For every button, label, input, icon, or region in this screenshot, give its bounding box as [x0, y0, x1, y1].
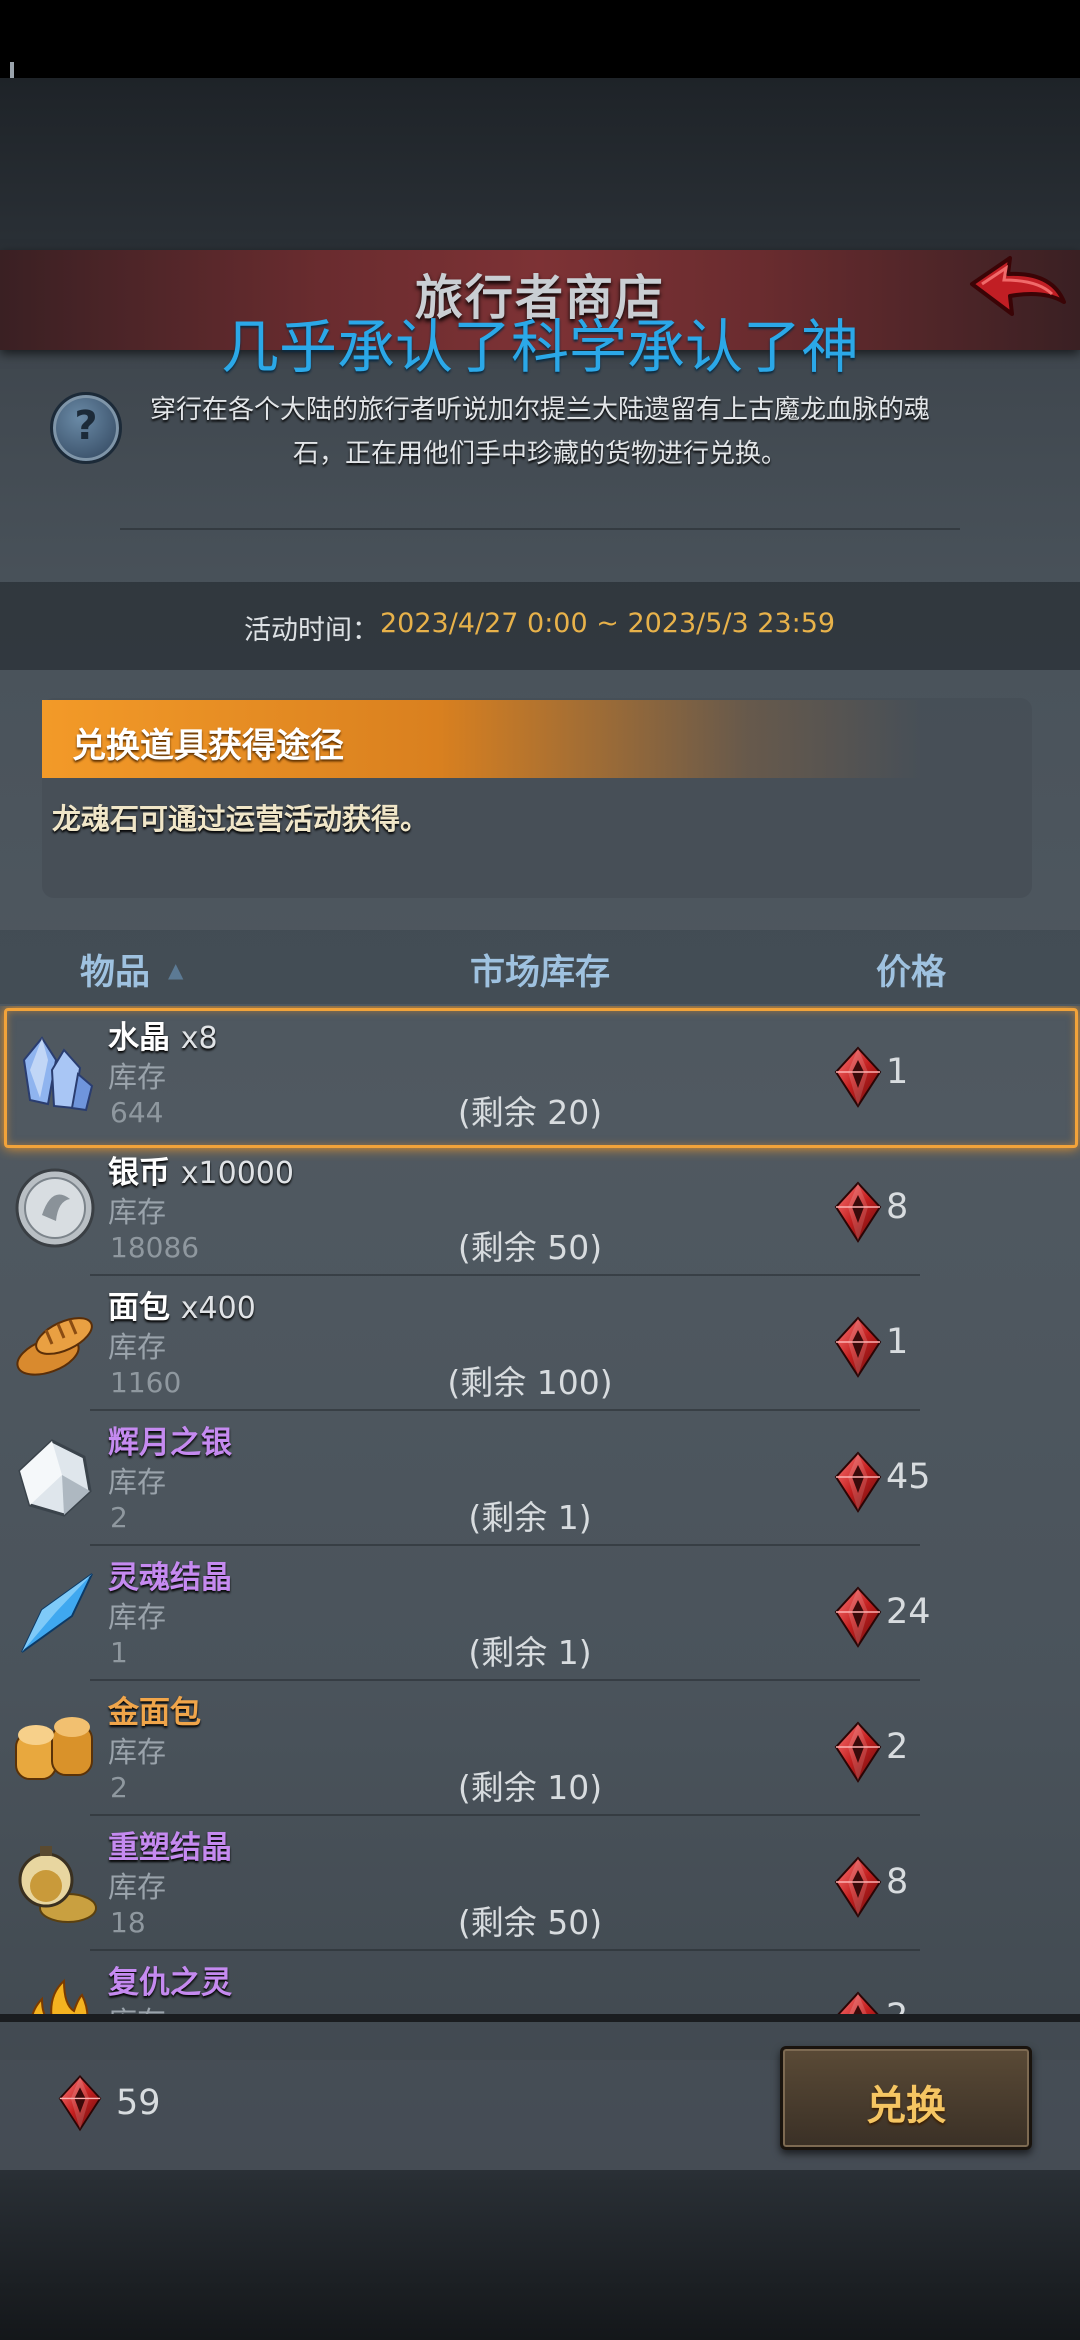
dragon-soul-gem-icon — [834, 1046, 882, 1108]
status-bar — [0, 0, 1080, 78]
item-price: 1 — [886, 1052, 909, 1092]
remaining-count: (剩余 50) — [457, 1228, 603, 1267]
info-title: 兑换道具获得途径 — [72, 726, 344, 766]
dragon-soul-gem-icon — [834, 1721, 882, 1783]
back-button[interactable] — [966, 250, 1070, 334]
dragon-soul-gem-icon — [834, 1586, 882, 1648]
shop-description: 穿行在各个大陆的旅行者听说加尔提兰大陆遗留有上古魔龙血脉的魂 石，正在用他们手中… — [130, 388, 950, 476]
description-line-1: 穿行在各个大陆的旅行者听说加尔提兰大陆遗留有上古魔龙血脉的魂 — [149, 395, 930, 425]
dragon-soul-gem-icon — [58, 2074, 102, 2132]
item-name: 面包 x400 — [108, 1290, 256, 1326]
list-item[interactable]: 重塑结晶 库存 18 (剩余 50) 8 — [0, 1816, 1080, 1951]
help-button[interactable]: ? — [50, 392, 122, 464]
list-item[interactable]: 复仇之灵 库存 2 — [0, 1951, 1080, 2020]
back-arrow-icon — [970, 256, 1066, 316]
remaining-count: (剩余 10) — [457, 1768, 603, 1807]
item-name: 水晶 x8 — [108, 1020, 218, 1056]
remaining-count: (剩余 1) — [468, 1498, 592, 1537]
item-name: 银币 x10000 — [108, 1155, 294, 1191]
item-price: 8 — [886, 1187, 909, 1227]
bottom-background — [0, 2170, 1080, 2340]
item-price: 2 — [886, 1727, 909, 1767]
event-time-value: 2023/4/27 0:00 ~ 2023/5/3 23:59 — [380, 608, 836, 639]
remaining-count: (剩余 20) — [457, 1093, 603, 1132]
remaining-count: (剩余 50) — [457, 1903, 603, 1942]
event-time-label: 活动时间： — [244, 615, 379, 646]
list-item[interactable]: 灵魂结晶 库存 1 (剩余 1) 24 — [0, 1546, 1080, 1681]
item-name: 金面包 — [108, 1695, 201, 1731]
list-item[interactable]: 面包 x400 库存 1160 (剩余 100) 1 — [0, 1276, 1080, 1411]
item-name: 灵魂结晶 — [108, 1560, 232, 1596]
item-price: 45 — [886, 1457, 931, 1497]
upper-background — [0, 78, 1080, 250]
info-text: 龙魂石可通过运营活动获得。 — [52, 802, 430, 836]
list-item[interactable]: 银币 x10000 库存 18086 (剩余 50) 8 — [0, 1141, 1080, 1276]
dragon-soul-gem-icon — [834, 1316, 882, 1378]
item-name: 复仇之灵 — [108, 1965, 232, 2001]
dragon-soul-gem-icon — [834, 1856, 882, 1918]
currency-balance: 59 — [116, 2083, 161, 2123]
remaining-count: (剩余 1) — [468, 1633, 592, 1672]
item-list[interactable]: 水晶 x8 库存 644 (剩余 20) 1 银币 x10000 库存 1808… — [0, 1006, 1080, 2020]
help-icon: ? — [74, 403, 98, 449]
item-name: 重塑结晶 — [108, 1830, 232, 1866]
list-bottom-edge — [0, 2014, 1080, 2022]
overlay-caption: 几乎承认了科学承认了神 — [220, 313, 859, 381]
exchange-button[interactable]: 兑换 — [780, 2046, 1032, 2150]
divider — [120, 528, 960, 530]
dragon-soul-gem-icon — [834, 1451, 882, 1513]
column-price-header: 价格 — [876, 953, 947, 993]
description-line-2: 石，正在用他们手中珍藏的货物进行兑换。 — [292, 439, 787, 469]
dragon-soul-gem-icon — [834, 1181, 882, 1243]
item-price: 8 — [886, 1862, 909, 1902]
list-item[interactable]: 水晶 x8 库存 644 (剩余 20) 1 — [0, 1006, 1080, 1148]
list-item[interactable]: 辉月之银 库存 2 (剩余 1) 45 — [0, 1411, 1080, 1546]
list-item[interactable]: 金面包 库存 2 (剩余 10) 2 — [0, 1681, 1080, 1816]
item-price: 1 — [886, 1322, 909, 1362]
item-price: 24 — [886, 1592, 931, 1632]
exchange-button-label: 兑换 — [866, 2083, 946, 2129]
item-name: 辉月之银 — [108, 1425, 232, 1461]
remaining-count: (剩余 100) — [447, 1363, 613, 1402]
